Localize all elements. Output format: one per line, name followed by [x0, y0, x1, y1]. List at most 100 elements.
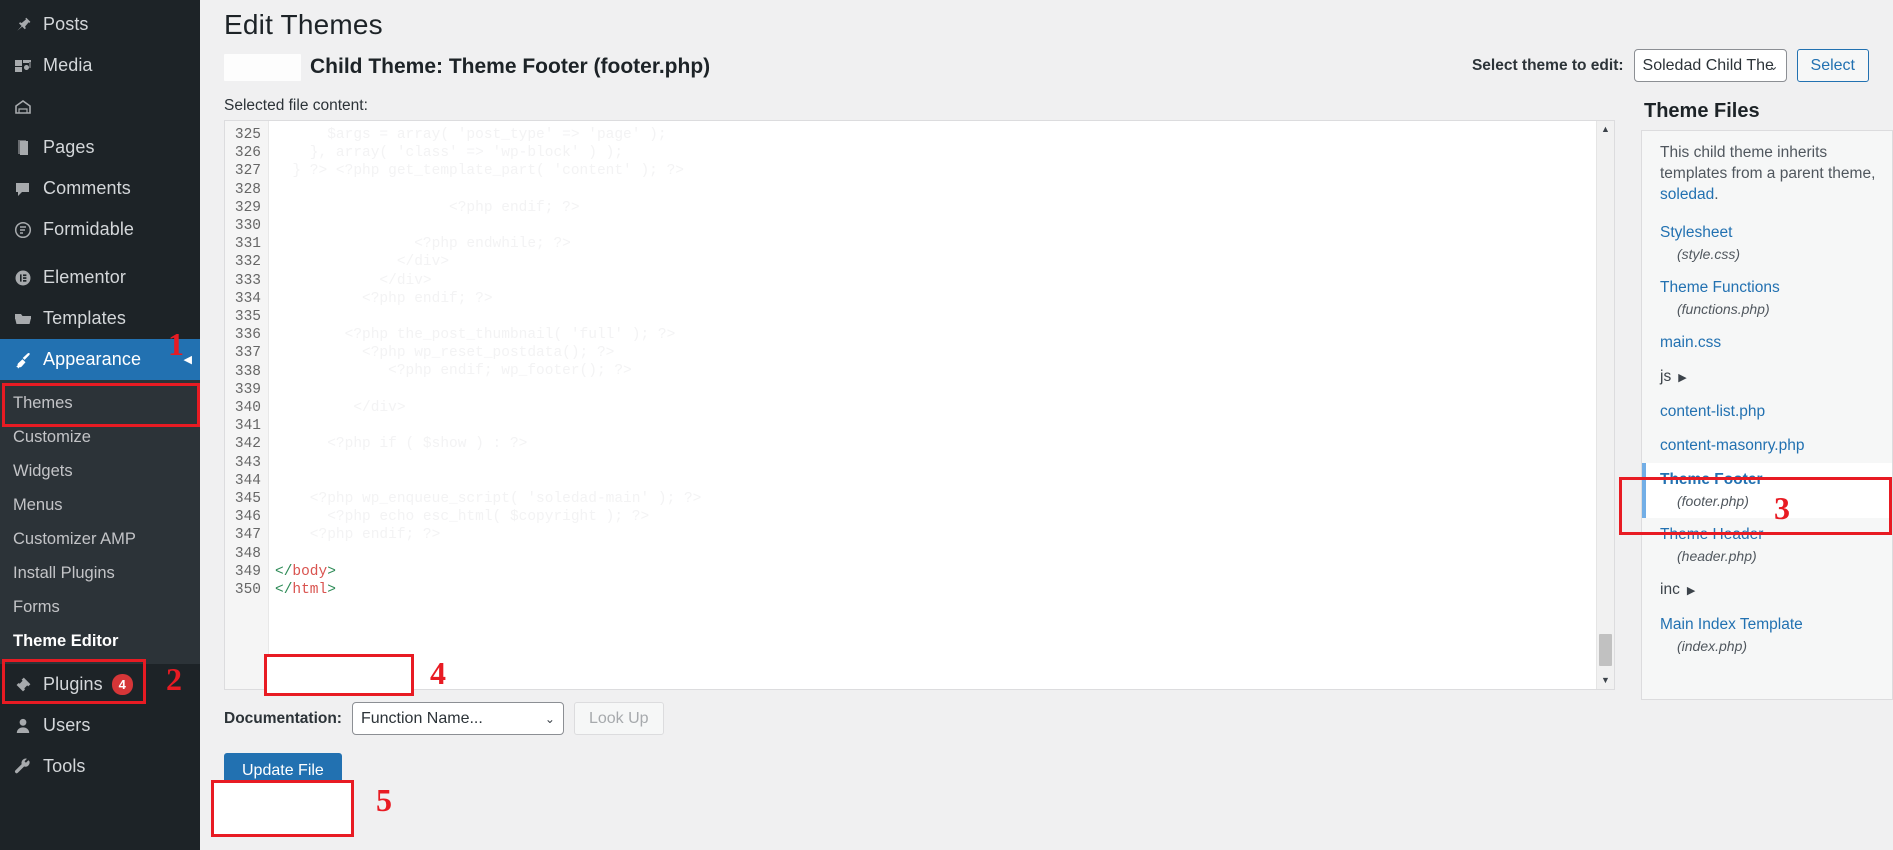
theme-file-name: Stylesheet [1660, 224, 1733, 241]
scroll-down-arrow-icon[interactable]: ▼ [1601, 674, 1610, 687]
line-number: 342 [234, 436, 261, 453]
code-line-redacted [275, 472, 1596, 490]
line-number: 345 [234, 491, 261, 508]
comment-icon [13, 179, 43, 199]
code-line-redacted: <?php wp_enqueue_script( 'soledad-main' … [275, 490, 702, 507]
caret-right-icon[interactable]: ▶ [1678, 372, 1686, 384]
theme-file-theme-header[interactable]: Theme Header (header.php) [1642, 518, 1892, 573]
theme-file-filename: (functions.php) [1677, 301, 1770, 317]
sidebar-subitem-widgets[interactable]: Widgets [0, 454, 200, 488]
chevron-down-icon: ⌄ [544, 711, 555, 726]
pages-icon [13, 138, 43, 158]
code-line-redacted: </div> [275, 254, 450, 271]
sidebar-subitem-customizer-amp[interactable]: Customizer AMP [0, 522, 200, 556]
line-number: 335 [234, 309, 261, 326]
sidebar-subitem-menus[interactable]: Menus [0, 488, 200, 522]
code-content[interactable]: $args = array( 'post_type' => 'page' ); … [269, 121, 1596, 689]
chevron-down-icon: ⌄ [1768, 58, 1779, 73]
admin-sidebar: Posts Media Pages Comments Formidable El… [0, 0, 200, 850]
line-number: 332 [234, 254, 261, 271]
sidebar-subitem-theme-editor[interactable]: Theme Editor [0, 624, 200, 658]
sidebar-item-label: Elementor [43, 267, 126, 287]
theme-file-name: main.css [1660, 334, 1722, 351]
theme-select-label: Select theme to edit: [1471, 56, 1624, 74]
brush-icon [13, 350, 43, 370]
sidebar-subitem-themes[interactable]: Themes [0, 386, 200, 420]
line-number-gutter: 325 326 327 328 329 330 331 332 333 334 335 336 337 3… [225, 121, 269, 689]
code-line-redacted [275, 217, 1596, 235]
submenu-label: Customize [13, 428, 91, 446]
code-line-redacted: } ?> <?php get_template_part( 'content' … [275, 163, 684, 180]
wrench-icon [13, 757, 43, 777]
line-number: 347 [234, 527, 261, 544]
line-number: 338 [234, 363, 261, 380]
sidebar-item-comments[interactable]: Comments [0, 168, 200, 209]
parent-theme-link[interactable]: soledad [1660, 186, 1714, 203]
code-line-redacted: <?php the_post_thumbnail( 'full' ); ?> [275, 327, 676, 344]
sidebar-subitem-forms[interactable]: Forms [0, 590, 200, 624]
theme-file-inc[interactable]: inc ▶ [1642, 573, 1892, 608]
sidebar-item-formidable[interactable]: Formidable [0, 209, 200, 250]
line-number: 334 [234, 290, 261, 307]
documentation-select-value: Function Name... [360, 709, 483, 727]
theme-select-value: Soledad Child The [1642, 56, 1774, 74]
theme-file-content-masonry-php[interactable]: content-masonry.php [1642, 429, 1892, 463]
plugins-update-badge: 4 [111, 674, 133, 695]
line-number: 348 [234, 545, 261, 562]
documentation-select[interactable]: Function Name... ⌄ [351, 702, 564, 735]
line-number: 330 [234, 218, 261, 235]
line-number: 340 [234, 400, 261, 417]
sidebar-item-pages[interactable]: Pages [0, 127, 200, 168]
line-number: 328 [234, 181, 261, 198]
theme-file-theme-footer[interactable]: Theme Footer (footer.php) [1642, 463, 1892, 518]
code-line-redacted: <?php if ( $show ) : ?> [275, 436, 528, 453]
editor-area: 325 326 327 328 329 330 331 332 333 334 335 336 337 3… [224, 120, 1869, 690]
editor-scrollbar[interactable]: ▲ ▼ [1596, 121, 1614, 689]
code-editor[interactable]: 325 326 327 328 329 330 331 332 333 334 335 336 337 3… [224, 120, 1615, 690]
caret-right-icon[interactable]: ▶ [1687, 585, 1695, 597]
update-file-button[interactable]: Update File [224, 753, 342, 789]
theme-file-main-index-template[interactable]: Main Index Template (index.php) [1642, 608, 1892, 663]
code-line-redacted: <?php endif; ?> [275, 290, 493, 307]
scrollbar-track[interactable] [1597, 136, 1614, 674]
sidebar-subitem-install-plugins[interactable]: Install Plugins [0, 556, 200, 590]
sidebar-item-label: Plugins [43, 674, 103, 694]
theme-file-theme-functions[interactable]: Theme Functions (functions.php) [1642, 271, 1892, 326]
theme-file-filename: (index.php) [1677, 638, 1748, 654]
theme-files-panel: Theme Files This child theme inherits te… [1641, 100, 1893, 700]
code-line-redacted: <?php endif; wp_footer(); ?> [275, 363, 632, 380]
line-number: 339 [234, 381, 261, 398]
theme-file-js[interactable]: js ▶ [1642, 360, 1892, 395]
theme-file-main-css[interactable]: main.css [1642, 326, 1892, 360]
select-theme-button[interactable]: Select [1796, 49, 1869, 82]
code-line-redacted: <?php echo esc_html( $copyright ); ?> [275, 508, 650, 525]
code-line-visible: </body> [275, 563, 336, 580]
home-icon [13, 97, 43, 117]
theme-file-filename: (header.php) [1677, 548, 1757, 564]
sidebar-item-users[interactable]: Users [0, 705, 200, 746]
theme-file-content-list-php[interactable]: content-list.php [1642, 395, 1892, 429]
look-up-button[interactable]: Look Up [573, 702, 664, 735]
theme-select-dropdown[interactable]: Soledad Child The ⌄ [1633, 49, 1787, 82]
sidebar-subitem-customize[interactable]: Customize [0, 420, 200, 454]
theme-file-stylesheet[interactable]: Stylesheet (style.css) [1642, 216, 1892, 271]
submenu-label: Forms [13, 598, 60, 616]
pin-icon [13, 15, 43, 35]
scroll-up-arrow-icon[interactable]: ▲ [1601, 123, 1610, 136]
annotation-number-3: 3 [1774, 490, 1790, 526]
code-line-redacted: <?php endif; ?> [275, 199, 580, 216]
line-number: 326 [234, 145, 261, 162]
line-number: 327 [234, 163, 261, 180]
line-number: 331 [234, 236, 261, 253]
submenu-label: Menus [13, 496, 63, 514]
sidebar-item-home[interactable] [0, 86, 200, 127]
documentation-row: Documentation: Function Name... ⌄ Look U… [224, 702, 1869, 735]
sidebar-item-media[interactable]: Media [0, 45, 200, 86]
line-number: 337 [234, 345, 261, 362]
sidebar-item-elementor[interactable]: Elementor [0, 257, 200, 298]
sidebar-item-tools[interactable]: Tools [0, 746, 200, 787]
theme-file-name: js [1660, 368, 1672, 385]
sidebar-item-posts[interactable]: Posts [0, 4, 200, 45]
line-number: 333 [234, 272, 261, 289]
scrollbar-thumb[interactable] [1599, 634, 1612, 666]
